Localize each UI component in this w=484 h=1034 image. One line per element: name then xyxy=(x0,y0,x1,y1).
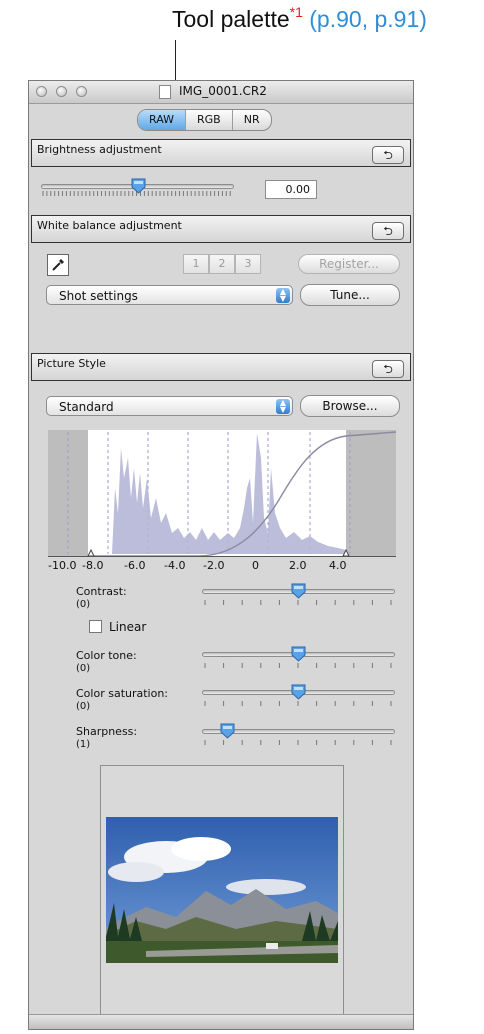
brightness-value-field[interactable]: 0.00 xyxy=(265,180,317,199)
axis-tick-label: -2.0 xyxy=(203,559,225,572)
contrast-slider-thumb[interactable] xyxy=(291,583,306,599)
color-tone-slider-ticks xyxy=(204,663,392,668)
picture-style-header-label: Picture Style xyxy=(37,357,106,370)
sharpness-value: (1) xyxy=(76,739,91,750)
brightness-reset-button[interactable]: ⮌ xyxy=(372,146,404,164)
sharpness-slider-ticks xyxy=(204,740,392,745)
tab-rgb[interactable]: RGB xyxy=(186,110,233,130)
sharpness-label: Sharpness: xyxy=(76,725,138,738)
color-saturation-value: (0) xyxy=(76,701,91,712)
axis-tick-label: 2.0 xyxy=(289,559,307,572)
axis-tick-label: -10.0 xyxy=(48,559,77,572)
zoom-window-button[interactable] xyxy=(76,86,87,97)
sharpness-slider-thumb[interactable] xyxy=(220,723,235,739)
tune-button[interactable]: Tune... xyxy=(300,284,400,306)
tool-palette-window: IMG_0001.CR2 RAW RGB NR Brightness adjus… xyxy=(28,80,414,1030)
reset-icon: ⮌ xyxy=(383,362,393,376)
contrast-value: (0) xyxy=(76,599,91,610)
picture-style-select[interactable]: Standard ▲ ▼ xyxy=(46,396,293,416)
white-balance-preset-value: Shot settings xyxy=(59,289,138,303)
color-tone-slider-thumb[interactable] xyxy=(291,646,306,662)
eyedropper-icon xyxy=(52,259,64,271)
white-balance-preset-select[interactable]: Shot settings ▲ ▼ xyxy=(46,285,293,305)
axis-tick-label: 4.0 xyxy=(329,559,347,572)
caption-footnote-mark: *1 xyxy=(289,4,303,20)
axis-tick-label: -6.0 xyxy=(124,559,146,572)
picture-style-value: Standard xyxy=(59,400,114,414)
popup-arrows-icon: ▲ ▼ xyxy=(276,288,290,303)
contrast-slider-ticks xyxy=(204,600,392,605)
reset-icon: ⮌ xyxy=(383,148,393,162)
brightness-header: Brightness adjustment ⮌ xyxy=(31,139,411,167)
brightness-header-label: Brightness adjustment xyxy=(37,143,162,156)
tab-bar: RAW RGB NR xyxy=(137,109,272,131)
preview-thumbnail[interactable] xyxy=(106,817,338,963)
histogram-tone-curve[interactable] xyxy=(48,428,396,558)
linear-checkbox[interactable] xyxy=(89,620,102,633)
minimize-window-button[interactable] xyxy=(56,86,67,97)
caption-page-refs: (p.90, p.91) xyxy=(302,6,427,32)
register-button[interactable]: Register... xyxy=(298,254,400,274)
document-icon xyxy=(159,85,171,99)
title-bar[interactable]: IMG_0001.CR2 xyxy=(29,81,413,104)
popup-arrows-icon: ▲ ▼ xyxy=(276,399,290,414)
axis-tick-label: -8.0 xyxy=(82,559,104,572)
reset-icon: ⮌ xyxy=(383,224,393,238)
white-balance-header: White balance adjustment ⮌ xyxy=(31,215,411,243)
histogram-axis-labels: -10.0 -8.0 -6.0 -4.0 -2.0 0 2.0 4.0 xyxy=(48,559,408,573)
tab-nr[interactable]: NR xyxy=(233,110,271,130)
tab-raw[interactable]: RAW xyxy=(138,110,186,130)
wb-slot-2-button[interactable]: 2 xyxy=(209,254,235,274)
tool-palette-caption: Tool palette*1 (p.90, p.91) xyxy=(172,4,427,33)
close-window-button[interactable] xyxy=(36,86,47,97)
caption-text: Tool palette xyxy=(172,6,290,32)
picture-style-reset-button[interactable]: ⮌ xyxy=(372,360,404,378)
wb-slot-1-button[interactable]: 1 xyxy=(183,254,209,274)
contrast-label: Contrast: xyxy=(76,585,127,598)
axis-tick-label: 0 xyxy=(252,559,259,572)
axis-tick-label: -4.0 xyxy=(164,559,186,572)
white-balance-header-label: White balance adjustment xyxy=(37,219,182,232)
image-preview-frame xyxy=(100,765,344,1023)
color-saturation-slider-ticks xyxy=(204,701,392,706)
color-tone-value: (0) xyxy=(76,663,91,674)
brightness-slider-thumb[interactable] xyxy=(131,178,146,194)
color-saturation-label: Color saturation: xyxy=(76,687,169,700)
linear-label: Linear xyxy=(109,620,147,634)
eyedropper-button[interactable] xyxy=(47,254,69,276)
white-balance-reset-button[interactable]: ⮌ xyxy=(372,222,404,240)
color-saturation-slider-thumb[interactable] xyxy=(291,684,306,700)
palette-bottom-bar xyxy=(29,1014,413,1029)
picture-style-header: Picture Style ⮌ xyxy=(31,353,411,381)
window-title: IMG_0001.CR2 xyxy=(179,84,267,98)
color-tone-label: Color tone: xyxy=(76,649,137,662)
browse-button[interactable]: Browse... xyxy=(300,395,400,417)
wb-slot-3-button[interactable]: 3 xyxy=(235,254,261,274)
